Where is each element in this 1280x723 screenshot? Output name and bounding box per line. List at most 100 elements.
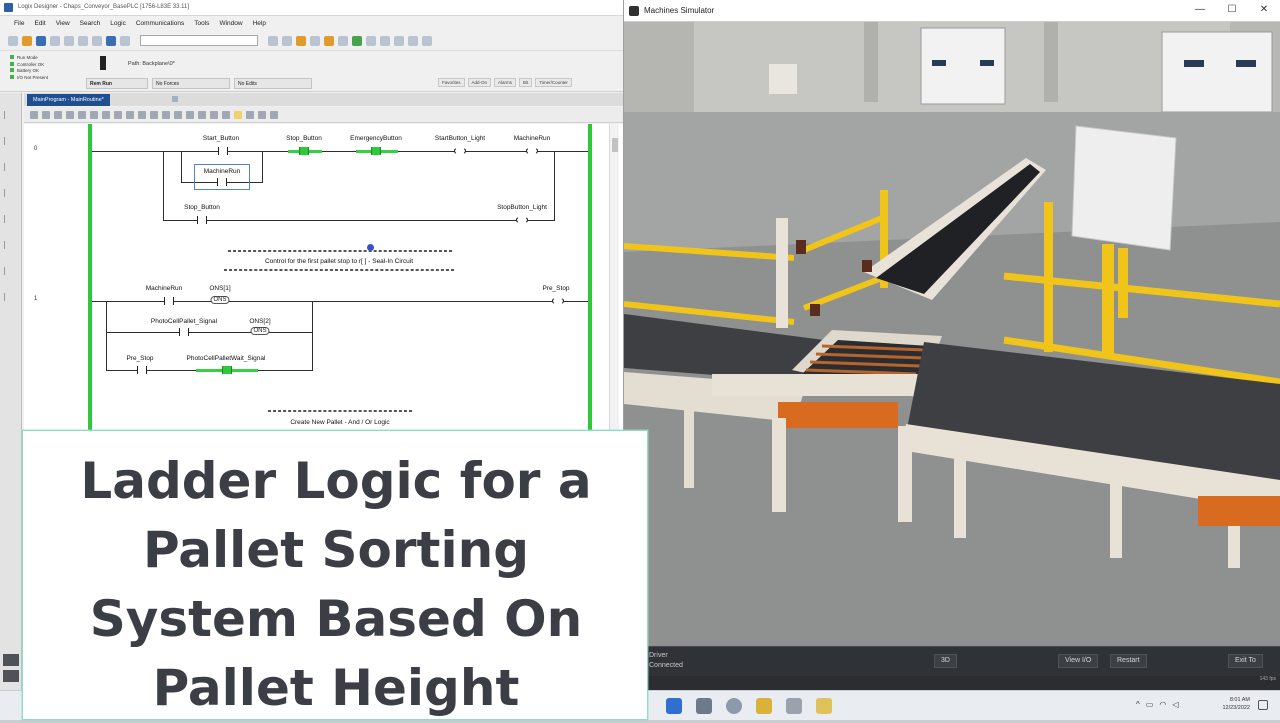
menu-window[interactable]: Window <box>219 20 242 31</box>
contact-pre-stop[interactable] <box>137 366 147 374</box>
menu-file[interactable]: File <box>14 20 24 31</box>
contact-emergency-button[interactable] <box>371 147 381 155</box>
browse-icon[interactable] <box>296 35 306 46</box>
find-icon[interactable] <box>268 35 278 46</box>
cut-icon[interactable] <box>64 35 74 46</box>
tab-bit[interactable]: Bit <box>519 78 533 87</box>
run-icon[interactable] <box>352 35 362 46</box>
xio-icon[interactable] <box>90 110 98 119</box>
copy-icon[interactable] <box>78 35 88 46</box>
cancel-edits-icon[interactable] <box>270 110 278 119</box>
menu-help[interactable]: Help <box>253 20 266 31</box>
wifi-icon[interactable]: ◠ <box>1159 700 1166 709</box>
zoom-out-icon[interactable] <box>42 110 50 119</box>
ons-icon[interactable] <box>138 110 146 119</box>
tab-main-routine[interactable]: MainProgram - MainRoutine* <box>27 94 110 106</box>
open-folder-icon[interactable] <box>22 35 32 46</box>
controller-organizer-pane[interactable] <box>0 93 22 690</box>
paste-icon[interactable] <box>92 35 102 46</box>
ote-icon[interactable] <box>102 110 110 119</box>
tab-add-on[interactable]: Add-On <box>467 78 492 87</box>
contact-start-button[interactable] <box>218 147 228 155</box>
minimize-icon[interactable]: — <box>1184 0 1216 22</box>
close-tab-icon[interactable] <box>172 96 178 102</box>
tab-favorites[interactable]: Favorites <box>438 78 465 87</box>
simulator-taskbar-icon[interactable] <box>816 698 832 714</box>
search-combo-box[interactable] <box>140 35 258 46</box>
menu-edit[interactable]: Edit <box>34 20 45 31</box>
xic-icon[interactable] <box>78 110 86 119</box>
scrollbar-thumb[interactable] <box>612 138 618 152</box>
contact-stop-button-branch[interactable] <box>197 216 207 224</box>
contact-photocell-pallet[interactable] <box>179 328 189 336</box>
maximize-icon[interactable]: ☐ <box>1216 0 1248 22</box>
menu-logic[interactable]: Logic <box>110 20 126 31</box>
branch-icon[interactable] <box>66 110 74 119</box>
start-icon[interactable] <box>666 698 682 714</box>
correlate-icon[interactable] <box>338 35 348 46</box>
monitor-icon[interactable] <box>3 654 19 666</box>
task-view-icon[interactable] <box>726 698 742 714</box>
accept-edits-icon[interactable] <box>258 110 266 119</box>
graph-icon[interactable] <box>366 35 376 46</box>
contact-stop-button[interactable] <box>299 147 309 155</box>
errors-icon[interactable] <box>3 670 19 682</box>
coil-start-button-light[interactable] <box>454 147 466 155</box>
simulator-3d-viewport[interactable] <box>624 22 1280 646</box>
ctd-icon[interactable] <box>222 110 230 119</box>
file-explorer-icon[interactable] <box>756 698 772 714</box>
network-icon[interactable]: ▭ <box>1146 700 1154 709</box>
osf-icon[interactable] <box>162 110 170 119</box>
notification-icon[interactable] <box>1258 700 1268 710</box>
otu-icon[interactable] <box>126 110 134 119</box>
tray-chevron-icon[interactable]: ^ <box>1136 700 1140 709</box>
ctu-icon[interactable] <box>210 110 218 119</box>
logix-taskbar-icon[interactable] <box>786 698 802 714</box>
ton-icon[interactable] <box>174 110 182 119</box>
forces-box[interactable]: No Forces <box>152 78 230 89</box>
coil-pre-stop[interactable] <box>552 297 564 305</box>
tof-icon[interactable] <box>186 110 194 119</box>
layout-icon[interactable] <box>380 35 390 46</box>
undo-icon[interactable] <box>106 35 116 46</box>
verify-icon[interactable] <box>310 35 320 46</box>
contact-machine-run-seal[interactable] <box>217 178 227 186</box>
search-icon[interactable] <box>696 698 712 714</box>
osr-icon[interactable] <box>150 110 158 119</box>
rung-icon[interactable] <box>54 110 62 119</box>
tab-alarms[interactable]: Alarms <box>494 78 517 87</box>
menu-tools[interactable]: Tools <box>194 20 209 31</box>
coil-machine-run[interactable] <box>526 147 538 155</box>
menu-search[interactable]: Search <box>80 20 101 31</box>
online-icon[interactable] <box>324 35 334 46</box>
ons-1-instruction[interactable]: ONS <box>210 296 230 304</box>
new-file-icon[interactable] <box>8 35 18 46</box>
rto-icon[interactable] <box>198 110 206 119</box>
close-icon[interactable]: ✕ <box>1248 0 1280 22</box>
tab-timer-counter[interactable]: Timer/Counter <box>535 78 572 87</box>
restart-button[interactable]: Restart <box>1110 654 1147 668</box>
exit-button[interactable]: Exit To <box>1228 654 1263 668</box>
verify-rung-icon[interactable] <box>246 110 254 119</box>
ons-2-instruction[interactable]: ONS <box>250 327 270 335</box>
volume-icon[interactable]: ◁ <box>1172 700 1178 709</box>
save-icon[interactable] <box>36 35 46 46</box>
ladder-vertical-scrollbar[interactable] <box>609 124 619 430</box>
view-io-button[interactable]: View I/O <box>1058 654 1099 668</box>
mode-box[interactable]: Rem Run <box>86 78 148 89</box>
contact-photocell-wait[interactable] <box>222 366 232 374</box>
edit-mode-icon[interactable] <box>234 110 242 119</box>
print-icon[interactable] <box>50 35 60 46</box>
find-next-icon[interactable] <box>282 35 292 46</box>
menu-view[interactable]: View <box>56 20 70 31</box>
zoom-in-icon[interactable] <box>30 110 38 119</box>
view-3d-button[interactable]: 3D <box>934 654 957 668</box>
redo-icon[interactable] <box>120 35 130 46</box>
window-icon[interactable] <box>408 35 418 46</box>
contact-machine-run-r1[interactable] <box>164 297 174 305</box>
taskbar-clock[interactable]: 8:01 AM 12/23/2022 <box>1206 696 1250 712</box>
coil-stop-button-light[interactable] <box>516 216 528 224</box>
edits-box[interactable]: No Edits <box>234 78 312 89</box>
menu-communications[interactable]: Communications <box>136 20 184 31</box>
zoom-icon[interactable] <box>394 35 404 46</box>
